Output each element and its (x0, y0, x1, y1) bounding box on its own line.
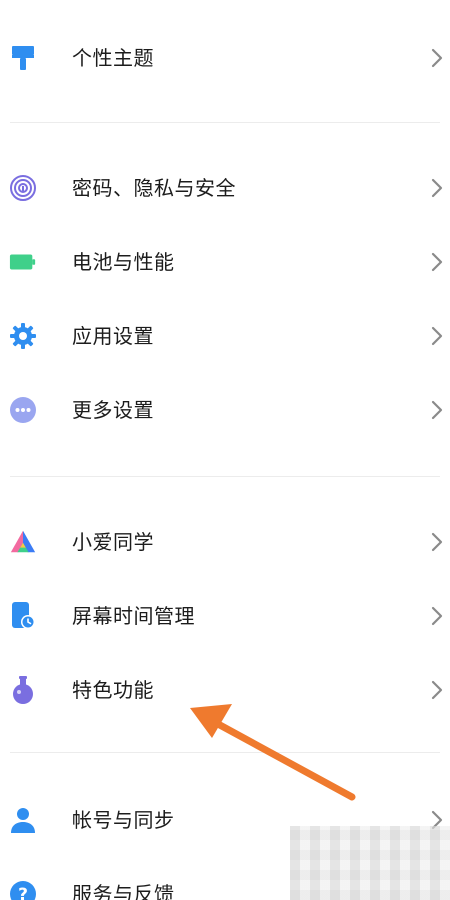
chevron-right-icon (431, 326, 443, 346)
settings-item-label: 应用设置 (72, 324, 154, 348)
chevron-right-icon (431, 532, 443, 552)
settings-item-app-settings[interactable]: 应用设置 (0, 308, 450, 364)
settings-item-theme[interactable]: 个性主题 (0, 30, 450, 86)
section-divider (10, 476, 440, 477)
settings-item-label: 密码、隐私与安全 (72, 176, 236, 200)
settings-item-xiaoai[interactable]: 小爱同学 (0, 514, 450, 570)
chevron-right-icon (431, 606, 443, 626)
watermark-blur (290, 826, 450, 900)
flask-icon (9, 676, 37, 704)
settings-item-screen-time[interactable]: 屏幕时间管理 (0, 588, 450, 644)
more-dots-icon (9, 396, 37, 424)
settings-item-label: 电池与性能 (72, 250, 175, 274)
settings-item-battery[interactable]: 电池与性能 (0, 234, 450, 290)
settings-item-label: 屏幕时间管理 (72, 604, 195, 628)
settings-item-more-settings[interactable]: 更多设置 (0, 382, 450, 438)
settings-item-privacy-security[interactable]: 密码、隐私与安全 (0, 160, 450, 216)
chevron-right-icon (431, 178, 443, 198)
settings-item-label: 更多设置 (72, 398, 154, 422)
svg-text:?: ? (18, 885, 28, 900)
section-divider (10, 122, 440, 123)
settings-item-label: 小爱同学 (72, 530, 154, 554)
section-divider (10, 752, 440, 753)
settings-item-label: 帐号与同步 (72, 808, 175, 832)
settings-item-label: 特色功能 (72, 678, 154, 702)
screen-time-icon (9, 602, 37, 630)
person-icon (9, 806, 37, 834)
chevron-right-icon (431, 252, 443, 272)
chevron-right-icon (431, 48, 443, 68)
question-icon: ? (9, 880, 37, 900)
battery-icon (9, 248, 37, 276)
chevron-right-icon (431, 400, 443, 420)
gear-icon (9, 322, 37, 350)
settings-item-label: 个性主题 (72, 46, 154, 70)
settings-item-special-features[interactable]: 特色功能 (0, 662, 450, 718)
fingerprint-icon (9, 174, 37, 202)
paint-roller-icon (9, 44, 37, 72)
settings-page: 个性主题 密码、隐私与安全 电池与性能 应用设置 更多设置 小爱同学 屏幕时间管… (0, 0, 450, 900)
settings-item-label: 服务与反馈 (72, 882, 175, 900)
annotation-arrow (190, 704, 356, 801)
chevron-right-icon (431, 680, 443, 700)
xiaoai-logo-icon (9, 528, 37, 556)
